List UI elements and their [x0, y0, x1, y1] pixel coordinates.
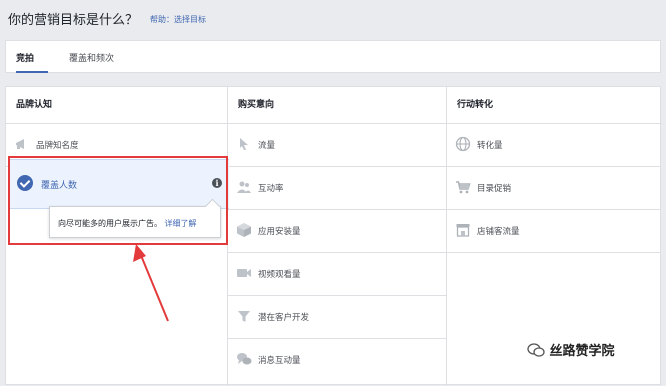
objective-label: 应用安装量: [258, 227, 301, 237]
store-icon: [456, 224, 470, 237]
objective-label: 店铺客流量: [477, 227, 520, 237]
objective-conversions[interactable]: 转化量: [447, 124, 661, 166]
objective-label: 视频观看量: [258, 270, 301, 280]
objective-catalog-sales[interactable]: 目录促销: [447, 167, 661, 209]
globe-icon: [455, 136, 471, 152]
objective-traffic[interactable]: 流量: [228, 124, 446, 166]
funnel-icon: [238, 311, 250, 322]
people-icon: [237, 181, 251, 193]
megaphone-icon: [16, 139, 24, 149]
cart-icon: [456, 181, 471, 194]
objective-store-visits[interactable]: 店铺客流量: [447, 210, 661, 252]
cursor-icon: [240, 138, 248, 150]
video-camera-icon: [237, 269, 251, 277]
objective-label: 消息互动量: [258, 356, 301, 366]
objective-app-installs[interactable]: 应用安装量: [228, 210, 446, 252]
objective-label: 目录促销: [477, 184, 512, 194]
objective-label: 潜在客户开发: [258, 313, 310, 323]
column-consideration-title: 购买意向: [238, 100, 275, 110]
active-tab-indicator: [16, 71, 48, 73]
tab-bar: 竞拍 覆盖和频次: [5, 40, 661, 73]
column-conversion-title: 行动转化: [457, 100, 494, 110]
column-awareness-title: 品牌认知: [16, 100, 53, 110]
chat-bubbles-icon: [237, 353, 252, 365]
highlight-box: [8, 156, 228, 245]
objective-video-views[interactable]: 视频观看量: [228, 253, 446, 295]
objective-lead-generation[interactable]: 潜在客户开发: [228, 296, 446, 338]
objective-engagement[interactable]: 互动率: [228, 167, 446, 209]
objective-label: 转化量: [477, 141, 503, 151]
objective-label: 流量: [258, 141, 276, 151]
objective-messages[interactable]: 消息互动量: [228, 339, 446, 381]
wechat-icon: [527, 343, 545, 357]
row-divider: [447, 252, 661, 253]
watermark-text: 丝路赞学院: [549, 344, 615, 359]
objective-label: 互动率: [258, 184, 284, 194]
help-link[interactable]: 帮助：选择目标: [150, 14, 206, 25]
tab-reach-frequency[interactable]: 覆盖和频次: [69, 51, 114, 64]
page-title: 你的营销目标是什么？: [8, 13, 139, 28]
box-icon: [237, 223, 251, 237]
watermark: 丝路赞学院: [527, 340, 615, 359]
objective-label: 品牌知名度: [36, 141, 79, 151]
tab-auction[interactable]: 竞拍: [16, 51, 34, 64]
page-header: 你的营销目标是什么？ 帮助：选择目标: [0, 0, 666, 40]
